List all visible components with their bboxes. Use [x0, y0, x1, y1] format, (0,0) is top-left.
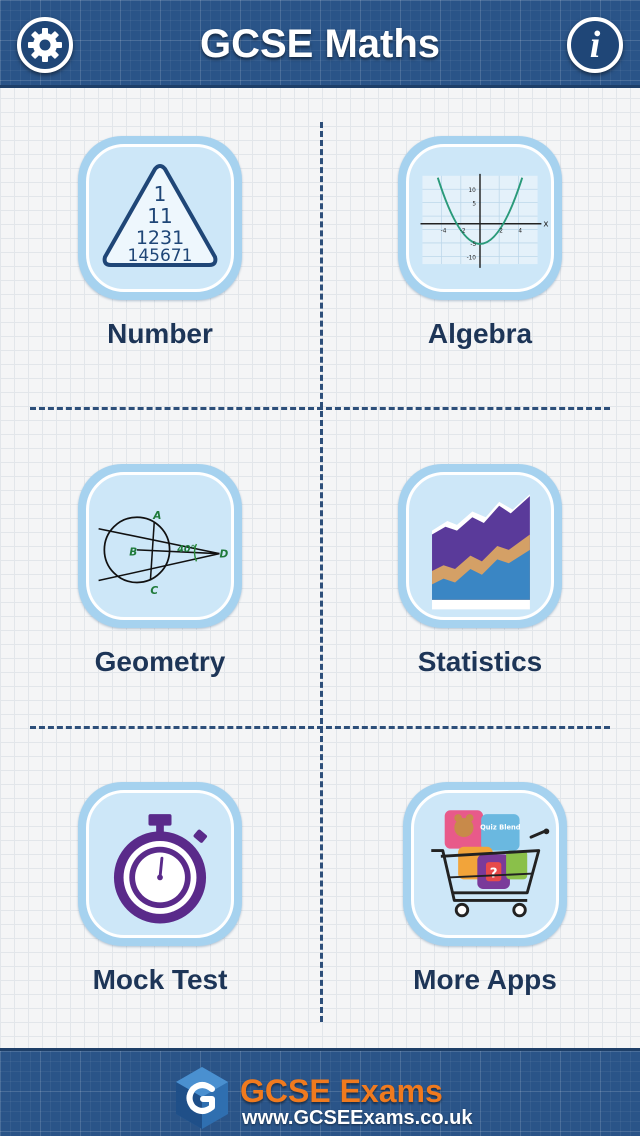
y-tick: 5 [472, 202, 476, 208]
y-tick: 10 [468, 188, 476, 194]
topic-label-algebra: Algebra [427, 318, 533, 349]
number-row-1: 1 [154, 182, 167, 206]
x-tick: 4 [518, 228, 522, 234]
number-triangle-icon: 1 11 1231 145671 [102, 164, 218, 267]
area-chart-icon [432, 494, 530, 610]
parabola-graph-icon: x -4 -2 2 4 10 5 -5 -10 [420, 173, 548, 268]
y-tick: -5 [470, 242, 476, 248]
gear-icon [28, 28, 62, 62]
circle-tangent-icon: A B C D 40° [98, 510, 228, 597]
info-icon: i [589, 24, 601, 66]
x-axis-label: x [543, 220, 548, 230]
topic-tile-mock-test[interactable]: Mock Test [32, 768, 288, 1068]
x-tick: -4 [441, 228, 447, 234]
topic-tile-geometry[interactable]: A B C D 40° Geometry [32, 450, 288, 750]
topic-label-geometry: Geometry [94, 646, 226, 677]
number-row-2: 11 [147, 204, 172, 228]
number-row-4: 145671 [128, 246, 193, 266]
topic-tile-statistics[interactable]: Statistics [352, 450, 608, 750]
topic-icon-frame [78, 782, 242, 946]
brand-name: GCSE Exams [240, 1073, 443, 1109]
brand-url[interactable]: www.GCSEExams.co.uk [242, 1107, 472, 1130]
info-button[interactable]: i [567, 17, 623, 73]
topic-icon-frame: 1 11 1231 145671 [78, 136, 242, 300]
stopwatch-icon [113, 814, 208, 924]
topic-tile-algebra[interactable]: x -4 -2 2 4 10 5 -5 -10 Algebra [352, 122, 608, 422]
grid-divider-vertical [320, 122, 323, 1022]
svg-text:?: ? [490, 866, 498, 881]
topic-tile-more-apps[interactable]: Quiz Blend ? More Apps [357, 768, 613, 1068]
footer-banner[interactable]: GCSE Exams www.GCSEExams.co.uk [0, 1048, 640, 1136]
topic-label-statistics: Statistics [417, 646, 543, 677]
topic-tile-number[interactable]: 1 11 1231 145671 Number [32, 122, 288, 422]
x-tick: -2 [460, 228, 466, 234]
quiz-app-caption: Quiz Blend [480, 823, 521, 831]
y-tick: -10 [467, 255, 477, 261]
angle-label: 40° [176, 544, 195, 555]
topic-icon-frame: Quiz Blend ? [403, 782, 567, 946]
point-label: A [152, 510, 161, 522]
settings-button[interactable] [17, 17, 73, 73]
x-tick: 2 [499, 228, 503, 234]
gcse-exams-logo-icon [176, 1067, 228, 1129]
topic-label-mock-test: Mock Test [92, 964, 228, 995]
topic-icon-frame: A B C D 40° [78, 464, 242, 628]
point-label: C [150, 585, 158, 597]
shopping-cart-icon: Quiz Blend ? [431, 810, 550, 918]
topic-label-number: Number [107, 318, 213, 349]
app-header: GCSE Maths i [0, 0, 640, 88]
point-label: B [129, 547, 137, 559]
topic-icon-frame: x -4 -2 2 4 10 5 -5 -10 [398, 136, 562, 300]
app-title: GCSE Maths [199, 22, 441, 66]
point-label: D [219, 549, 228, 561]
topic-label-more-apps: More Apps [413, 964, 557, 995]
topic-icon-frame [398, 464, 562, 628]
